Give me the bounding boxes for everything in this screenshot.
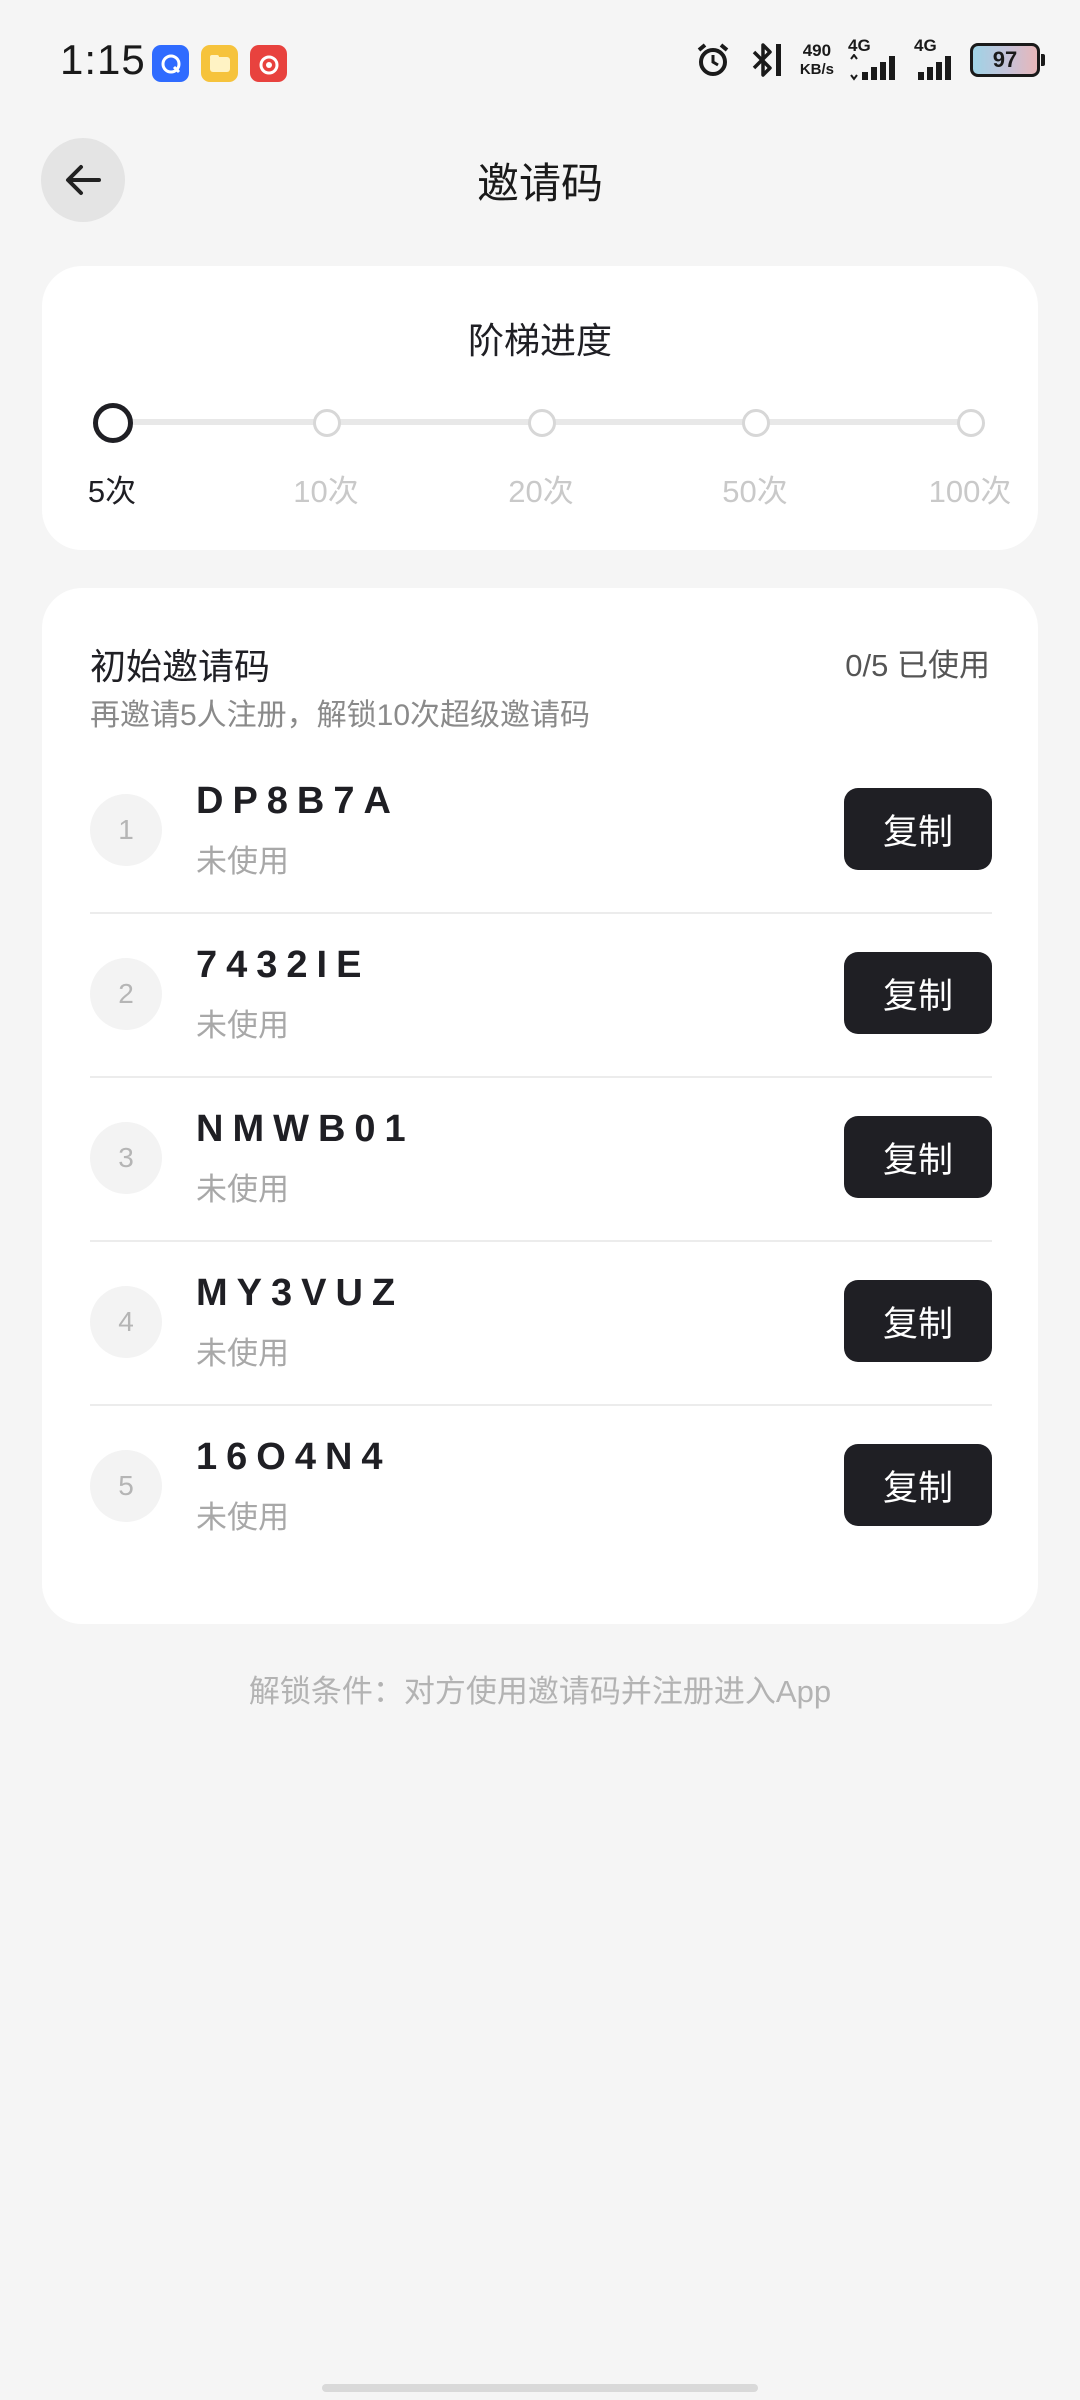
invite-code-value: MY3VUZ bbox=[196, 1272, 405, 1314]
code-index-badge: 1 bbox=[90, 794, 162, 866]
signal-2-label: 4G bbox=[914, 36, 937, 55]
signal-2: 4G bbox=[914, 36, 956, 82]
bluetooth-icon bbox=[752, 43, 781, 77]
tier-progress-card: 阶梯进度 5次 10次 20次 50次 100次 bbox=[42, 266, 1038, 550]
invite-code-status: 未使用 bbox=[196, 1336, 289, 1371]
status-time: 1:15 bbox=[60, 36, 146, 83]
invite-codes-card: 初始邀请码 0/5 已使用 再邀请5人注册，解锁10次超级邀请码 1 DP8B7… bbox=[42, 588, 1038, 1624]
code-index-badge: 2 bbox=[90, 958, 162, 1030]
progress-step-node-5 bbox=[957, 409, 985, 437]
progress-step-label-1: 5次 bbox=[87, 474, 137, 509]
signal-1-bars-icon bbox=[850, 54, 895, 81]
signal-1: 4G bbox=[848, 36, 900, 82]
signal-1-label: 4G bbox=[848, 36, 871, 55]
copy-button[interactable]: 复制 bbox=[844, 1116, 992, 1198]
net-speed-value: 490 bbox=[802, 41, 832, 60]
code-index-badge: 3 bbox=[90, 1122, 162, 1194]
copy-button[interactable]: 复制 bbox=[844, 788, 992, 870]
invite-code-row: 1 DP8B7A 未使用 复制 bbox=[90, 750, 992, 914]
browser-app-icon bbox=[152, 45, 189, 82]
invite-code-row: 2 7432IE 未使用 复制 bbox=[90, 914, 992, 1078]
invite-code-value: NMWB01 bbox=[196, 1108, 415, 1150]
invite-code-status: 未使用 bbox=[196, 1008, 289, 1043]
progress-step-label-3: 20次 bbox=[508, 474, 574, 509]
files-app-icon bbox=[201, 45, 238, 82]
invite-code-status: 未使用 bbox=[196, 844, 289, 879]
status-indicators: 490 KB/s 4G 4G 97 bbox=[694, 36, 1045, 82]
progress-step-node-3 bbox=[528, 409, 556, 437]
codes-usage-count: 0/5 已使用 bbox=[845, 648, 990, 683]
music-app-icon bbox=[250, 45, 287, 82]
codes-title: 初始邀请码 bbox=[90, 646, 271, 687]
notification-app-icons bbox=[152, 45, 287, 82]
alarm-icon bbox=[697, 43, 729, 76]
invite-code-row: 3 NMWB01 未使用 复制 bbox=[90, 1078, 992, 1242]
progress-step-node-2 bbox=[313, 409, 341, 437]
codes-subtitle: 再邀请5人注册，解锁10次超级邀请码 bbox=[90, 699, 591, 732]
battery-level: 97 bbox=[992, 47, 1018, 72]
invite-code-list: 1 DP8B7A 未使用 复制 2 7432IE 未使用 复制 3 NMWB01… bbox=[90, 750, 992, 1568]
copy-button[interactable]: 复制 bbox=[844, 1280, 992, 1362]
code-index-badge: 5 bbox=[90, 1450, 162, 1522]
net-speed-unit: KB/s bbox=[799, 61, 834, 78]
copy-button[interactable]: 复制 bbox=[844, 1444, 992, 1526]
progress-step-label-5: 100次 bbox=[928, 474, 1012, 509]
invite-code-status: 未使用 bbox=[196, 1172, 289, 1207]
invite-code-status: 未使用 bbox=[196, 1500, 289, 1535]
signal-2-bars-icon bbox=[918, 56, 951, 80]
network-speed: 490 KB/s bbox=[800, 41, 834, 79]
progress-title: 阶梯进度 bbox=[467, 320, 612, 361]
invite-code-value: DP8B7A bbox=[196, 780, 400, 822]
progress-step-node-1 bbox=[93, 403, 133, 443]
unlock-condition-note: 解锁条件：对方使用邀请码并注册进入App bbox=[248, 1674, 832, 1709]
copy-button[interactable]: 复制 bbox=[844, 952, 992, 1034]
code-index-badge: 4 bbox=[90, 1286, 162, 1358]
progress-step-node-4 bbox=[742, 409, 770, 437]
invite-code-row: 4 MY3VUZ 未使用 复制 bbox=[90, 1242, 992, 1406]
home-indicator[interactable] bbox=[322, 2384, 758, 2392]
invite-code-value: 16O4N4 bbox=[196, 1436, 392, 1478]
progress-step-label-2: 10次 bbox=[293, 474, 359, 509]
invite-code-row: 5 16O4N4 未使用 复制 bbox=[90, 1406, 992, 1568]
invite-code-value: 7432IE bbox=[196, 944, 371, 986]
progress-step-label-4: 50次 bbox=[722, 474, 788, 509]
battery-icon: 97 bbox=[970, 43, 1045, 77]
page-title: 邀请码 bbox=[476, 160, 603, 207]
status-bar: 1:15 490 KB/s 4G 4G 97 bbox=[0, 0, 1080, 130]
